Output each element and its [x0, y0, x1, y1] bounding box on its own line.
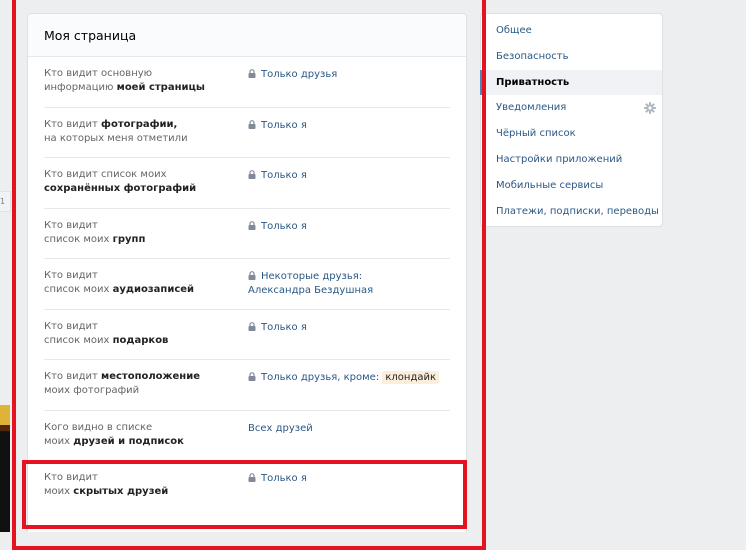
privacy-value-link[interactable]: Только друзья, кроме: клондайк [248, 371, 468, 385]
privacy-question: Кто видит список моих аудиозаписей [44, 270, 195, 295]
excluded-friend-tag: клондайк [382, 371, 440, 384]
menu-item-privacy[interactable]: Приватность [480, 69, 662, 96]
lock-icon [248, 220, 256, 230]
lock-icon [248, 473, 256, 482]
privacy-question: Кто видит основную информацию моей стран… [44, 68, 205, 93]
privacy-question: Кто видит список моих сохранённых фотогр… [44, 169, 197, 194]
privacy-question: Кто видит местоположение моих фотографий [44, 371, 200, 396]
privacy-row-tagged-photos: Кто видит фотографии, на которых меня от… [44, 108, 450, 158]
menu-item-security[interactable]: Безопасность [481, 44, 662, 70]
privacy-value-link[interactable]: Только я [248, 220, 468, 234]
settings-menu: Общее Безопасность Приватность Уведомлен… [480, 13, 663, 227]
privacy-row-friends-list: Кого видно в списке моих друзей и подпис… [44, 411, 450, 461]
lock-icon [248, 271, 256, 280]
menu-item-label: Уведомления [496, 102, 567, 114]
gear-icon[interactable] [644, 102, 656, 115]
lock-icon [248, 170, 256, 179]
privacy-question: Кто видит список моих групп [44, 219, 146, 245]
privacy-question: Кто видит фотографии, на которых меня от… [44, 118, 188, 144]
menu-item-payments[interactable]: Платежи, подписки, переводы [481, 199, 662, 225]
privacy-value-link[interactable]: Только я [248, 119, 468, 133]
page-title: Моя страница [28, 14, 466, 57]
privacy-row-groups: Кто видит список моих групп Только я [44, 209, 450, 259]
privacy-question: Кто видит моих скрытых друзей [44, 472, 169, 497]
menu-item-blacklist[interactable]: Чёрный список [481, 121, 662, 147]
privacy-question: Кого видно в списке моих друзей и подпис… [44, 421, 184, 447]
menu-item-mobile-services[interactable]: Мобильные сервисы [481, 173, 662, 199]
edge-tab: 1 [0, 191, 11, 212]
privacy-value-link[interactable]: Только друзья [248, 68, 468, 82]
privacy-row-audio: Кто видит список моих аудиозаписей Некот… [44, 259, 450, 310]
privacy-value-link[interactable]: Только я [248, 169, 468, 183]
privacy-settings-card: Моя страница Кто видит основную информац… [27, 13, 467, 532]
menu-item-general[interactable]: Общее [481, 18, 662, 44]
edge-photo [0, 405, 10, 532]
privacy-value-link[interactable]: Только я [248, 321, 468, 335]
privacy-row-saved-photos: Кто видит список моих сохранённых фотогр… [44, 158, 450, 209]
lock-icon [248, 372, 256, 381]
menu-item-notifications[interactable]: Уведомления [481, 95, 662, 121]
privacy-row-photo-location: Кто видит местоположение моих фотографий… [44, 360, 450, 411]
lock-icon [248, 69, 256, 78]
privacy-value-link[interactable]: Некоторые друзья: Александра Бездушная [248, 270, 468, 298]
lock-icon [248, 119, 256, 129]
privacy-row-gifts: Кто видит список моих подарков Только я [44, 310, 450, 360]
privacy-row-hidden-friends: Кто видит моих скрытых друзей Только я [44, 461, 450, 512]
privacy-value-link[interactable]: Всех друзей [248, 422, 468, 436]
privacy-question: Кто видит список моих подарков [44, 320, 169, 346]
lock-icon [248, 321, 256, 331]
privacy-value-link[interactable]: Только я [248, 472, 468, 486]
menu-item-app-settings[interactable]: Настройки приложений [481, 147, 662, 173]
privacy-row-main-info: Кто видит основную информацию моей стран… [44, 57, 450, 108]
